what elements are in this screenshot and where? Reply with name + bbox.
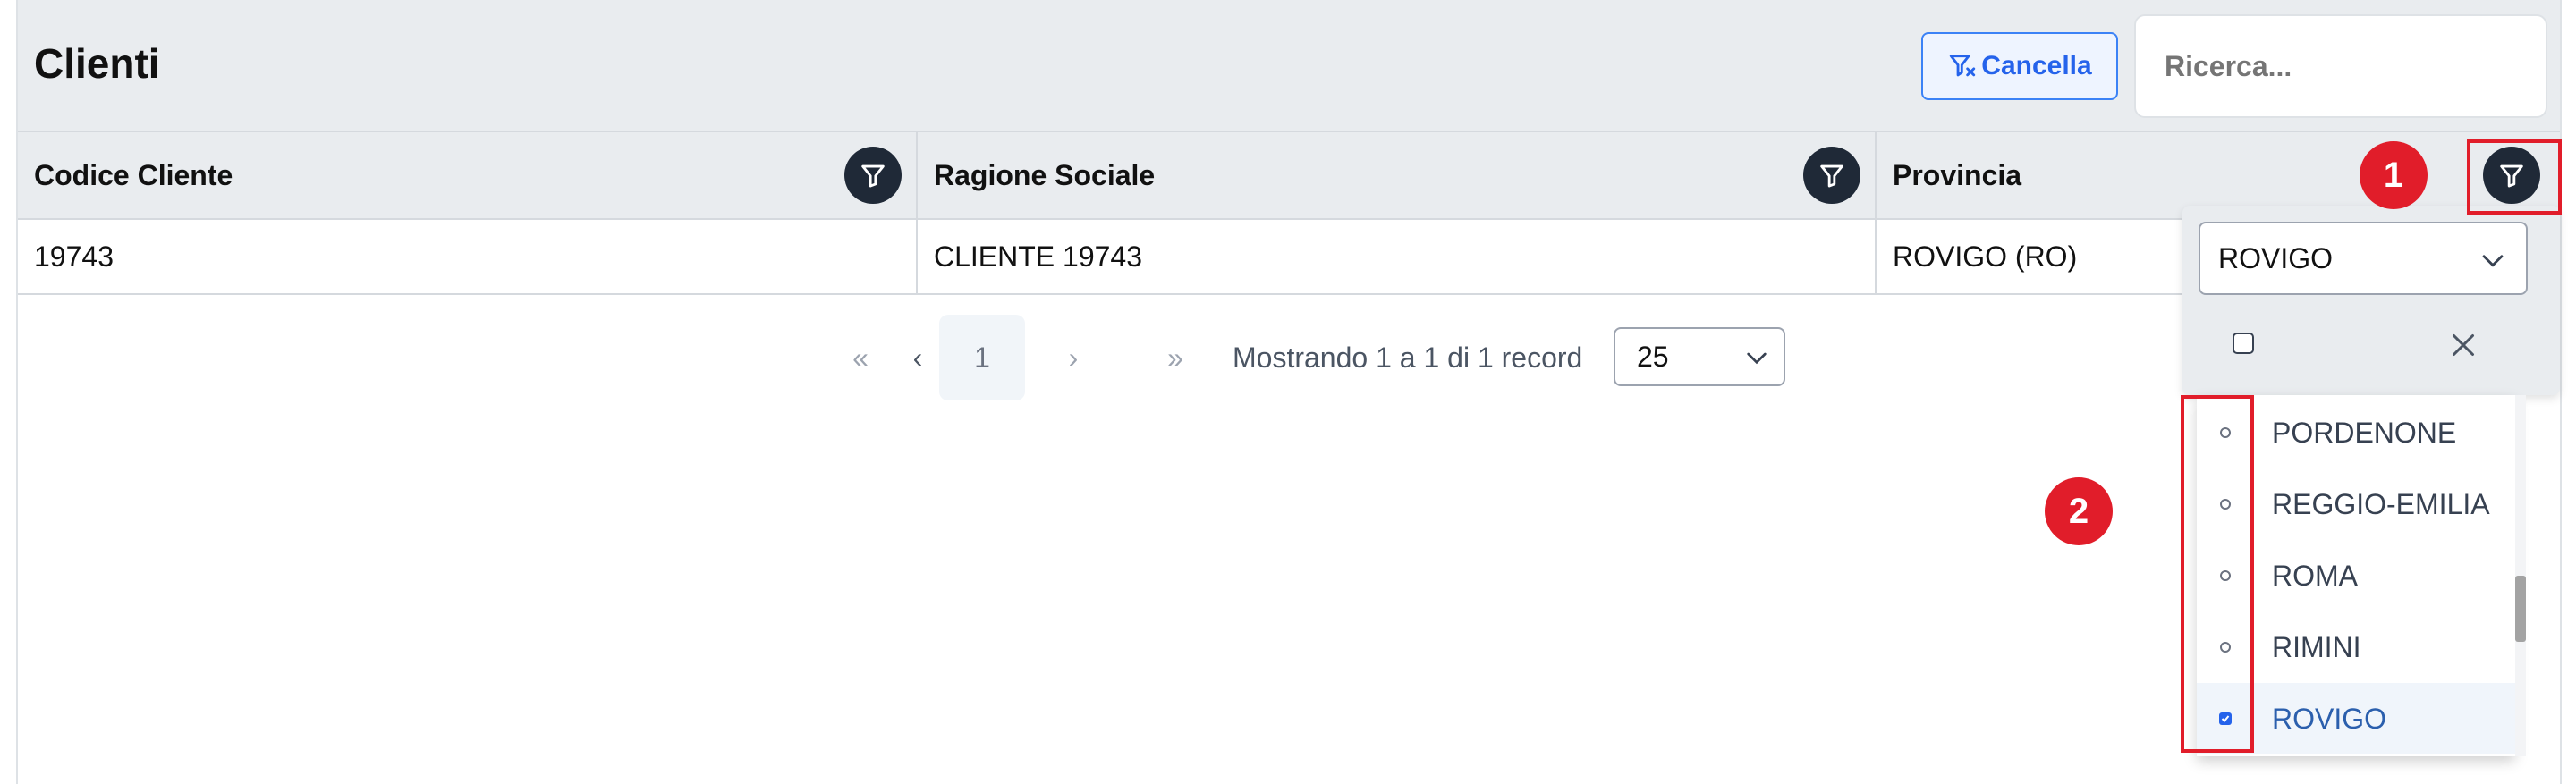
option-label: REGGIO-EMILIA [2272, 487, 2490, 520]
column-header-codice: Codice Cliente [18, 132, 918, 218]
filter-icon [861, 164, 885, 188]
annotation-box-checkboxes [2181, 395, 2254, 753]
prev-page-button[interactable]: ‹ [900, 315, 936, 400]
annotation-box-filter-button [2467, 139, 2562, 215]
dropdown-scrollbar-thumb[interactable] [2515, 576, 2526, 642]
option-label: RIMINI [2272, 630, 2361, 663]
select-all-checkbox[interactable] [2233, 333, 2254, 354]
clear-filters-label: Cancella [1981, 51, 2092, 80]
column-label: Ragione Sociale [934, 158, 1156, 191]
page-title: Clienti [34, 40, 160, 87]
chevron-down-icon [2482, 255, 2504, 267]
column-filter-button[interactable] [1803, 147, 1860, 204]
column-label: Codice Cliente [34, 158, 233, 191]
column-filter-button[interactable] [844, 147, 902, 204]
clear-filters-button[interactable]: Cancella [1921, 32, 2118, 100]
column-label: Provincia [1893, 158, 2022, 191]
option-label: ROMA [2272, 559, 2358, 592]
cell-codice: 19743 [18, 220, 918, 293]
records-info: Mostrando 1 a 1 di 1 record [1233, 341, 1583, 374]
chevron-down-icon [1747, 352, 1767, 365]
page-size-value: 25 [1637, 340, 1669, 373]
option-label: PORDENONE [2272, 416, 2457, 449]
annotation-badge-2: 2 [2045, 477, 2113, 545]
option-label: ROVIGO [2272, 702, 2387, 735]
last-page-button[interactable]: » [1150, 315, 1200, 400]
annotation-badge-1: 1 [2360, 141, 2428, 209]
pagination: « ‹ 1 › » Mostrando 1 a 1 di 1 record 25 [18, 315, 2560, 400]
filter-icon [1820, 164, 1843, 188]
cell-ragione-sociale: CLIENTE 19743 [918, 220, 1877, 293]
search-input[interactable] [2134, 14, 2547, 118]
panel-header: Clienti Cancella [18, 0, 2560, 132]
next-page-button[interactable]: › [1055, 315, 1091, 400]
current-page-button[interactable]: 1 [939, 315, 1025, 400]
first-page-button[interactable]: « [835, 315, 886, 400]
column-header-ragione-sociale: Ragione Sociale [918, 132, 1877, 218]
province-filter-selected: ROVIGO [2218, 241, 2334, 274]
province-filter-select[interactable]: ROVIGO [2199, 222, 2528, 295]
table-row[interactable]: 19743 CLIENTE 19743 ROVIGO (RO) [18, 220, 2560, 295]
page-size-select[interactable]: 25 [1614, 327, 1785, 386]
close-icon[interactable] [2447, 329, 2479, 361]
table-header: Codice Cliente Ragione Sociale Provincia [18, 132, 2560, 220]
filter-clear-icon [1950, 55, 1976, 77]
